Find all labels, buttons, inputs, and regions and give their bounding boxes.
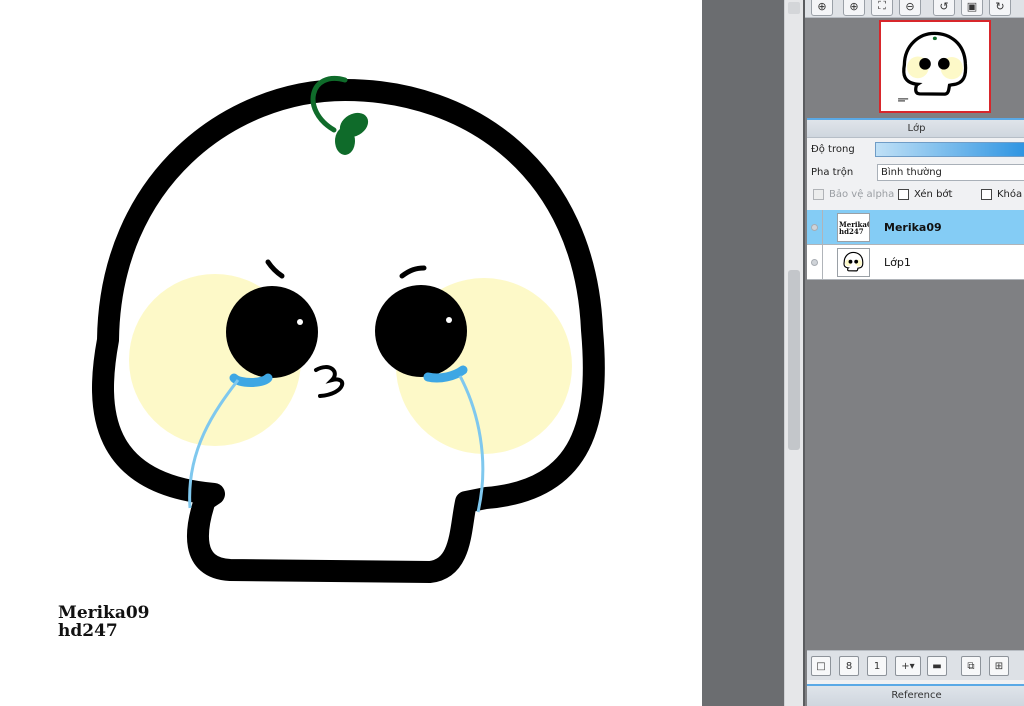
protect-alpha-checkbox[interactable]: Bảo vệ alpha [813, 189, 894, 200]
protect-alpha-label: Bảo vệ alpha [829, 189, 895, 200]
folder-icon[interactable]: ▬ [927, 656, 947, 676]
layer-panel-title: Lớp [807, 120, 1024, 138]
right-panel: ⊕ ⊕ ⛶ ⊖ ↺ ▣ ↻ Lớp Độ trong Pha trộn Bình… [803, 0, 1024, 706]
navigator-thumbnail [898, 31, 968, 102]
layer-panel: Lớp Độ trong Pha trộn Bình thường Bảo vệ… [807, 118, 1024, 686]
visibility-toggle[interactable] [807, 245, 823, 280]
layer-options-row: Bảo vệ alpha Xén bớt Khóa [807, 184, 1024, 207]
navigator-preview[interactable] [879, 20, 991, 113]
clipping-box[interactable] [898, 189, 909, 200]
reference-panel: Reference [807, 684, 1024, 706]
reference-panel-title[interactable]: Reference [807, 686, 1024, 706]
clipping-checkbox[interactable]: Xén bớt [898, 189, 952, 200]
left-eye [226, 286, 318, 378]
opacity-slider[interactable] [875, 142, 1024, 157]
signature-text: Merika09 hd247 [58, 604, 150, 640]
layer-name: Lớp1 [884, 256, 911, 269]
lock-label: Khóa [997, 189, 1023, 200]
layer-row-lop1[interactable]: Lớp1 [807, 245, 1024, 280]
rotate-right-icon[interactable]: ↻ [989, 0, 1011, 16]
lock-box[interactable] [981, 189, 992, 200]
duplicate-layer-icon[interactable]: ⧉ [961, 656, 981, 676]
thumb-text-line-2: hd247 [839, 227, 864, 236]
left-eye-highlight [297, 319, 303, 325]
zoom-fit-icon[interactable]: ⊕ [811, 0, 833, 16]
drawing-canvas[interactable]: Merika09 hd247 [0, 0, 702, 706]
signature-line-1: Merika09 [58, 603, 150, 623]
flip-icon[interactable]: ▣ [961, 0, 983, 16]
scroll-up-arrow[interactable] [788, 2, 800, 14]
left-eyebrow [265, 259, 285, 279]
vertical-scrollbar[interactable] [784, 0, 803, 706]
clipping-label: Xén bớt [914, 189, 953, 200]
layer-list: Merika09 hd247 Merika09 [807, 210, 1024, 650]
blend-row: Pha trộn Bình thường [807, 161, 1024, 184]
workspace-background [702, 0, 784, 706]
visibility-icon [811, 224, 818, 231]
opacity-label: Độ trong [811, 144, 855, 155]
app-window: Merika09 hd247 ⊕ ⊕ ⛶ ⊖ ↺ ▣ ↻ Lớp Độ tron… [0, 0, 1024, 706]
visibility-icon [811, 259, 818, 266]
blend-mode-select[interactable]: Bình thường [877, 164, 1024, 181]
sprout-leaf-2 [335, 127, 355, 155]
new-layer-icon[interactable]: □ [811, 656, 831, 676]
layer-row-merika09[interactable]: Merika09 hd247 Merika09 [807, 210, 1024, 245]
left-tear-pool [229, 373, 273, 387]
protect-alpha-box[interactable] [813, 189, 824, 200]
lock-checkbox[interactable]: Khóa [981, 189, 1022, 200]
artwork-illustration [92, 75, 605, 583]
new-8bit-layer-icon[interactable]: 8 [839, 656, 859, 676]
merge-layer-icon[interactable]: ⊞ [989, 656, 1009, 676]
zoom-out-icon[interactable]: ⊖ [899, 0, 921, 16]
visibility-toggle[interactable] [807, 210, 823, 245]
new-1bit-layer-icon[interactable]: 1 [867, 656, 887, 676]
layer-thumbnail-text: Merika09 hd247 [838, 214, 869, 235]
blend-label: Pha trộn [811, 167, 854, 178]
rotate-left-icon[interactable]: ↺ [933, 0, 955, 16]
opacity-row: Độ trong [807, 138, 1024, 161]
fit-window-icon[interactable]: ⛶ [871, 0, 893, 16]
layer-thumbnail: Merika09 hd247 [837, 213, 870, 242]
layer-thumbnail-image [843, 251, 864, 272]
navigator-panel [805, 18, 1024, 116]
signature-line-2: hd247 [58, 621, 118, 641]
scrollbar-thumb[interactable] [788, 270, 800, 450]
right-eye-highlight [446, 317, 452, 323]
mouth [314, 365, 345, 398]
layer-toolbar: □ 8 1 +▾ ▬ ⧉ ⊞ [807, 650, 1024, 680]
right-eye [375, 285, 467, 377]
add-menu-icon[interactable]: +▾ [895, 656, 921, 676]
layer-name: Merika09 [884, 221, 942, 234]
zoom-in-icon[interactable]: ⊕ [843, 0, 865, 16]
layer-thumbnail [837, 248, 870, 277]
right-eyebrow [399, 265, 427, 279]
navigator-toolbar: ⊕ ⊕ ⛶ ⊖ ↺ ▣ ↻ [805, 0, 1024, 18]
